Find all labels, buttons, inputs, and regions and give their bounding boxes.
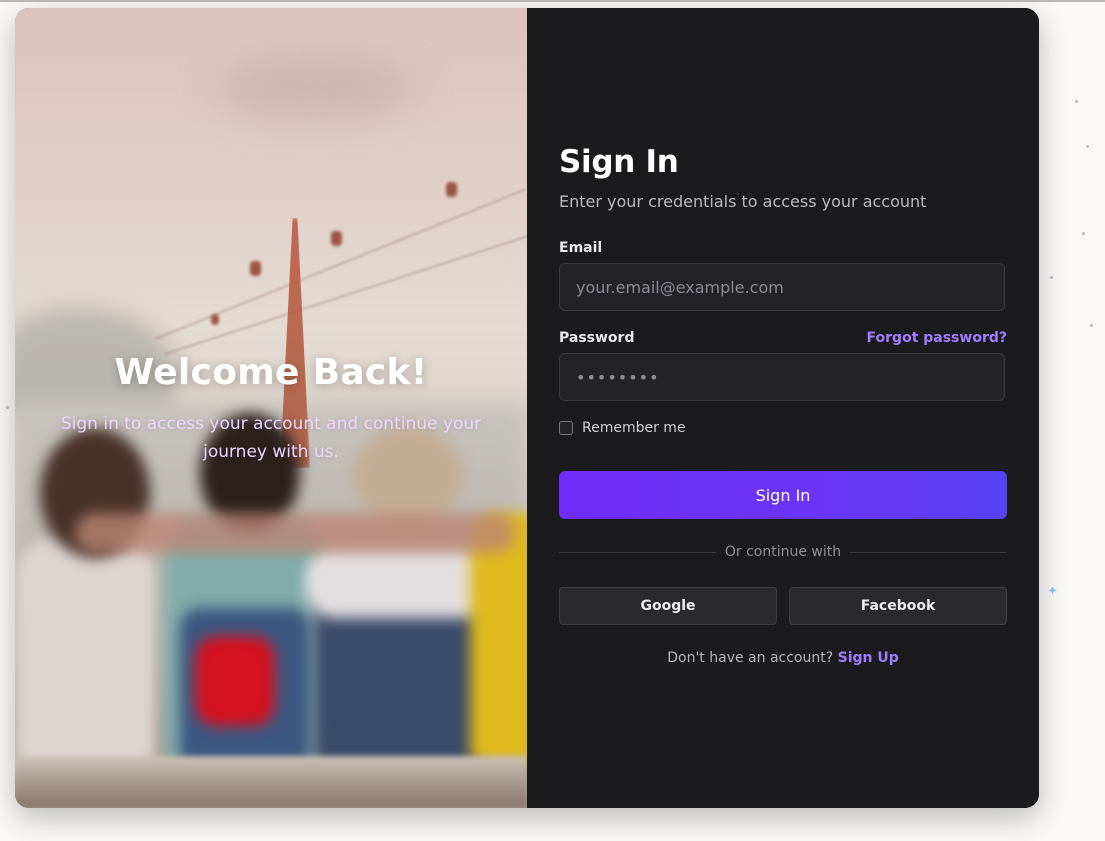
signup-prompt: Don't have an account? Sign Up (559, 650, 1007, 666)
hero-image-panel: Welcome Back! Sign in to access your acc… (15, 8, 527, 808)
hero-overlay (15, 8, 527, 808)
background-speck (6, 406, 9, 409)
email-label: Email (559, 240, 603, 256)
sign-up-link[interactable]: Sign Up (838, 650, 899, 666)
remember-me-label: Remember me (582, 420, 686, 436)
background-speck (1050, 276, 1053, 279)
divider-text: Or continue with (724, 544, 842, 560)
divider-line (850, 551, 1008, 553)
sparkle-icon: ✦ (1047, 584, 1058, 599)
password-input[interactable] (559, 353, 1005, 401)
browser-top-edge (0, 0, 1105, 2)
forgot-password-link[interactable]: Forgot password? (867, 330, 1007, 346)
google-button[interactable]: Google (559, 587, 777, 625)
sign-in-button[interactable]: Sign In (559, 471, 1007, 519)
background-speck (1082, 232, 1085, 235)
password-label: Password (559, 330, 635, 346)
remember-me-row[interactable]: Remember me (559, 420, 686, 436)
remember-me-checkbox[interactable] (559, 421, 573, 435)
or-continue-divider: Or continue with (559, 544, 1008, 560)
background-speck (1075, 100, 1078, 103)
form-subtitle: Enter your credentials to access your ac… (559, 192, 927, 211)
divider-line (559, 551, 716, 553)
facebook-button[interactable]: Facebook (789, 587, 1007, 625)
background-speck (1090, 324, 1093, 327)
email-input[interactable] (559, 263, 1005, 311)
signup-prompt-text: Don't have an account? (667, 650, 838, 666)
hero-subtitle: Sign in to access your account and conti… (60, 414, 482, 462)
hero-title: Welcome Back! (114, 352, 428, 393)
signin-form-panel: Sign In Enter your credentials to access… (527, 8, 1039, 808)
background-speck (1086, 145, 1089, 148)
login-card: Welcome Back! Sign in to access your acc… (15, 8, 1039, 808)
form-title: Sign In (559, 144, 679, 180)
